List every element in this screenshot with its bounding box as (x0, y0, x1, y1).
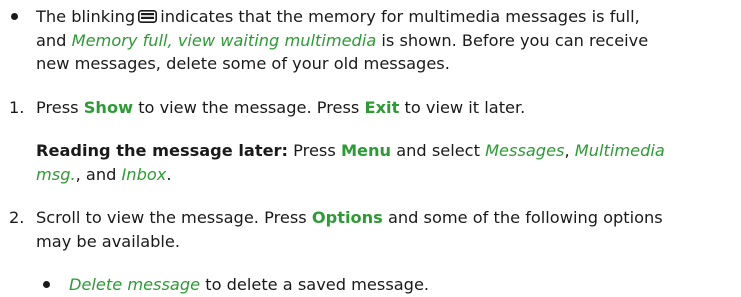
step-2-text: Scroll to view the message. Press Option… (36, 206, 736, 253)
text-span: Scroll to view the message. Press (36, 208, 307, 227)
reading-later-text: Reading the message later: Press Menu an… (36, 139, 736, 186)
menu-key[interactable]: Menu (341, 141, 391, 160)
text-span: Press (36, 98, 79, 117)
memory-full-link[interactable]: Memory full, view waiting multimedia (72, 31, 377, 50)
bullet-memory-text: The blinking indicates that the memory fo… (36, 5, 736, 76)
text-span: to view it later. (404, 98, 526, 117)
text-span: to view the message. Press (138, 98, 360, 117)
bullet-delete-text: Delete message to delete a saved message… (69, 273, 729, 297)
multimedia-msg-link[interactable]: msg. (36, 165, 76, 184)
text-span: is shown. Before you can receive (381, 30, 649, 50)
text-span: The blinking (36, 7, 136, 26)
text-span: , (564, 141, 570, 160)
exit-key[interactable]: Exit (365, 98, 400, 117)
text-span: and some of the following options (387, 208, 663, 227)
show-key[interactable]: Show (84, 98, 133, 117)
text-span: , and (75, 164, 117, 184)
bullet-marker (11, 5, 18, 29)
text-span: and select (396, 141, 480, 160)
step-1-text: Press Show to view the message. Press Ex… (36, 96, 736, 120)
options-key[interactable]: Options (312, 208, 383, 227)
text-span: indicates that the memory for multimedia… (160, 7, 640, 26)
document-page: The blinking indicates that the memory fo… (0, 0, 741, 296)
text-span: may be available. (36, 231, 181, 251)
multimedia-link[interactable]: Multimedia (575, 141, 665, 160)
bullet-marker (43, 273, 50, 297)
text-span: . (166, 164, 172, 184)
text-span: Press (293, 141, 336, 160)
envelope-icon (138, 10, 158, 23)
note-label: Reading the message later: (36, 141, 289, 160)
text-span: to delete a saved message. (205, 275, 430, 294)
step-number: 2. (9, 208, 25, 227)
text-span: and (36, 30, 67, 50)
inbox-link[interactable]: Inbox (122, 165, 167, 184)
step-number: 1. (9, 98, 25, 117)
delete-message-link[interactable]: Delete message (69, 275, 200, 294)
messages-link[interactable]: Messages (485, 141, 564, 160)
text-span: new messages, delete some of your old me… (36, 54, 450, 73)
